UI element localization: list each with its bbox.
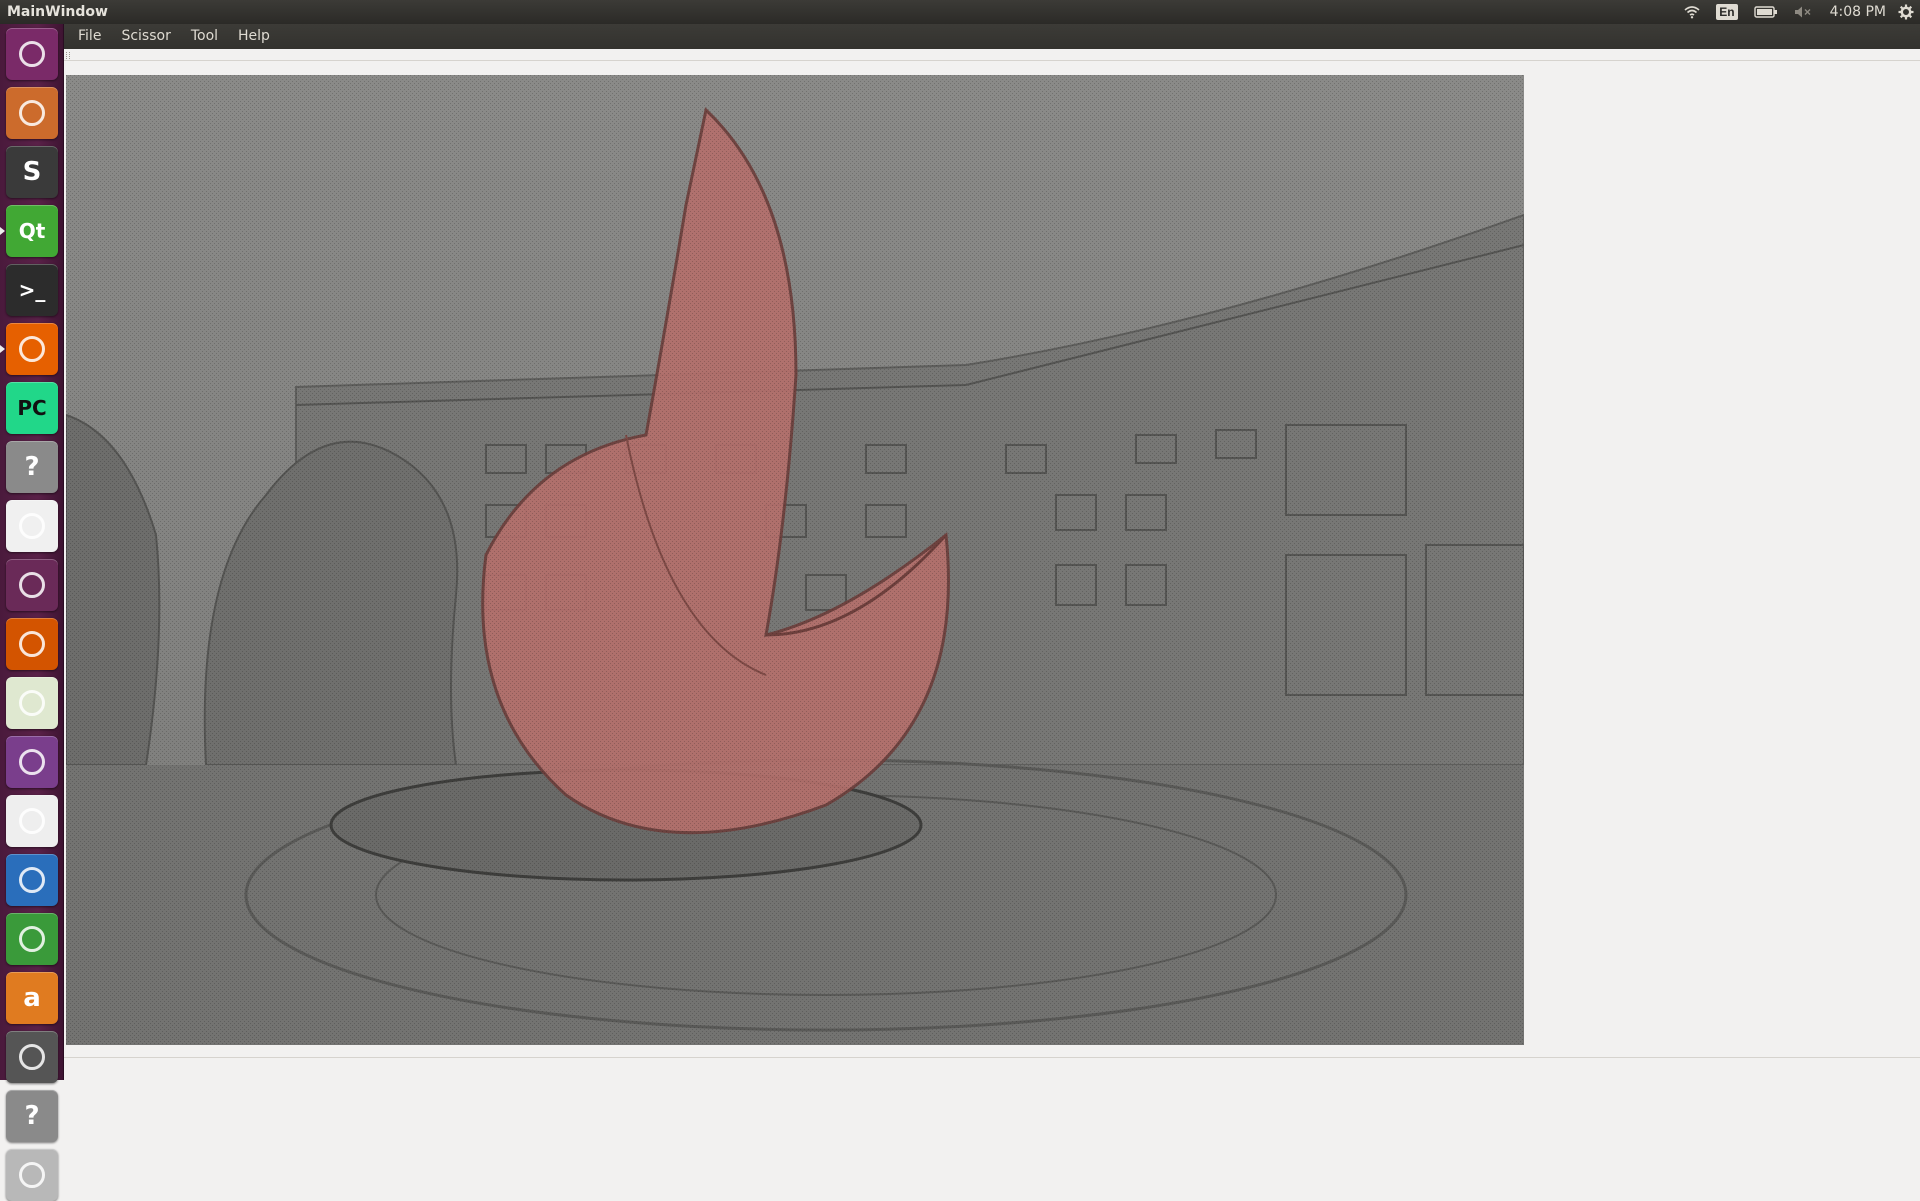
menu-file[interactable]: File xyxy=(68,24,111,49)
window-title: MainWindow xyxy=(7,4,108,20)
menu-bar: File Scissor Tool Help xyxy=(64,24,1920,49)
menu-scissor[interactable]: Scissor xyxy=(111,24,180,49)
calc-icon[interactable] xyxy=(6,913,58,965)
unknown-app-icon[interactable]: ? xyxy=(6,441,58,493)
clock[interactable]: 4:08 PM xyxy=(1830,4,1886,20)
firefox-icon[interactable] xyxy=(6,323,58,375)
sublime-text-glyph: S xyxy=(22,157,42,187)
system-gear-icon[interactable] xyxy=(1898,0,1914,24)
running-indicator xyxy=(0,345,5,353)
ubuntu-dash-glyph xyxy=(19,41,45,67)
files-glyph xyxy=(19,100,45,126)
unknown-app-2-icon[interactable]: ? xyxy=(6,1090,58,1142)
pdf-viewer-icon[interactable] xyxy=(6,500,58,552)
image-viewer-glyph xyxy=(19,690,45,716)
qt-creator-glyph: Qt xyxy=(18,219,46,243)
qt-creator-icon[interactable]: Qt xyxy=(6,205,58,257)
image-canvas-drawing xyxy=(66,75,1524,1045)
sublime-text-icon[interactable]: S xyxy=(6,146,58,198)
terminal-glyph: >_ xyxy=(18,278,46,302)
menu-tool[interactable]: Tool xyxy=(181,24,228,49)
unknown-app-glyph: ? xyxy=(24,452,40,482)
files-icon[interactable] xyxy=(6,87,58,139)
image-canvas[interactable] xyxy=(66,75,1524,1045)
terminal-icon[interactable]: >_ xyxy=(6,264,58,316)
writer-glyph xyxy=(19,867,45,893)
keyboard-layout-label: En xyxy=(1716,4,1738,20)
image-viewer-icon[interactable] xyxy=(6,677,58,729)
calc-glyph xyxy=(19,926,45,952)
pycharm-icon[interactable]: PC xyxy=(6,382,58,434)
remote-desktop-icon[interactable] xyxy=(6,736,58,788)
impress-glyph xyxy=(19,631,45,657)
pdf-viewer-glyph xyxy=(19,513,45,539)
trash-glyph xyxy=(19,1162,45,1188)
toolbar-grip-handle[interactable] xyxy=(66,52,70,59)
pycharm-glyph: PC xyxy=(17,396,47,420)
disk-app-glyph xyxy=(19,1044,45,1070)
menu-help[interactable]: Help xyxy=(228,24,280,49)
amazon-icon[interactable]: a xyxy=(6,972,58,1024)
text-editor-icon[interactable] xyxy=(6,795,58,847)
wifi-icon[interactable] xyxy=(1684,0,1700,24)
indicator-area: En 4:08 PM xyxy=(1676,0,1920,24)
battery-icon[interactable] xyxy=(1753,0,1778,24)
ubuntu-dash-icon[interactable] xyxy=(6,28,58,80)
impress-icon[interactable] xyxy=(6,618,58,670)
status-bar xyxy=(64,1057,1920,1080)
launcher: S Qt >_ PC? a? xyxy=(0,24,64,1201)
window-app-icon[interactable] xyxy=(6,559,58,611)
firefox-glyph xyxy=(19,336,45,362)
window-app-glyph xyxy=(19,572,45,598)
text-editor-glyph xyxy=(19,808,45,834)
remote-desktop-glyph xyxy=(19,749,45,775)
volume-muted-icon[interactable] xyxy=(1794,0,1812,24)
disk-app-icon[interactable] xyxy=(6,1031,58,1083)
keyboard-layout-indicator[interactable]: En xyxy=(1716,0,1738,24)
top-panel: MainWindow En 4:08 PM xyxy=(0,0,1920,24)
amazon-glyph: a xyxy=(23,983,41,1013)
main-content xyxy=(64,49,1920,1080)
image-dither-overlay xyxy=(66,75,1524,1045)
trash-icon[interactable] xyxy=(6,1149,58,1201)
toolbar xyxy=(64,49,1920,61)
unknown-app-2-glyph: ? xyxy=(24,1101,40,1131)
running-indicator xyxy=(0,227,5,235)
writer-icon[interactable] xyxy=(6,854,58,906)
